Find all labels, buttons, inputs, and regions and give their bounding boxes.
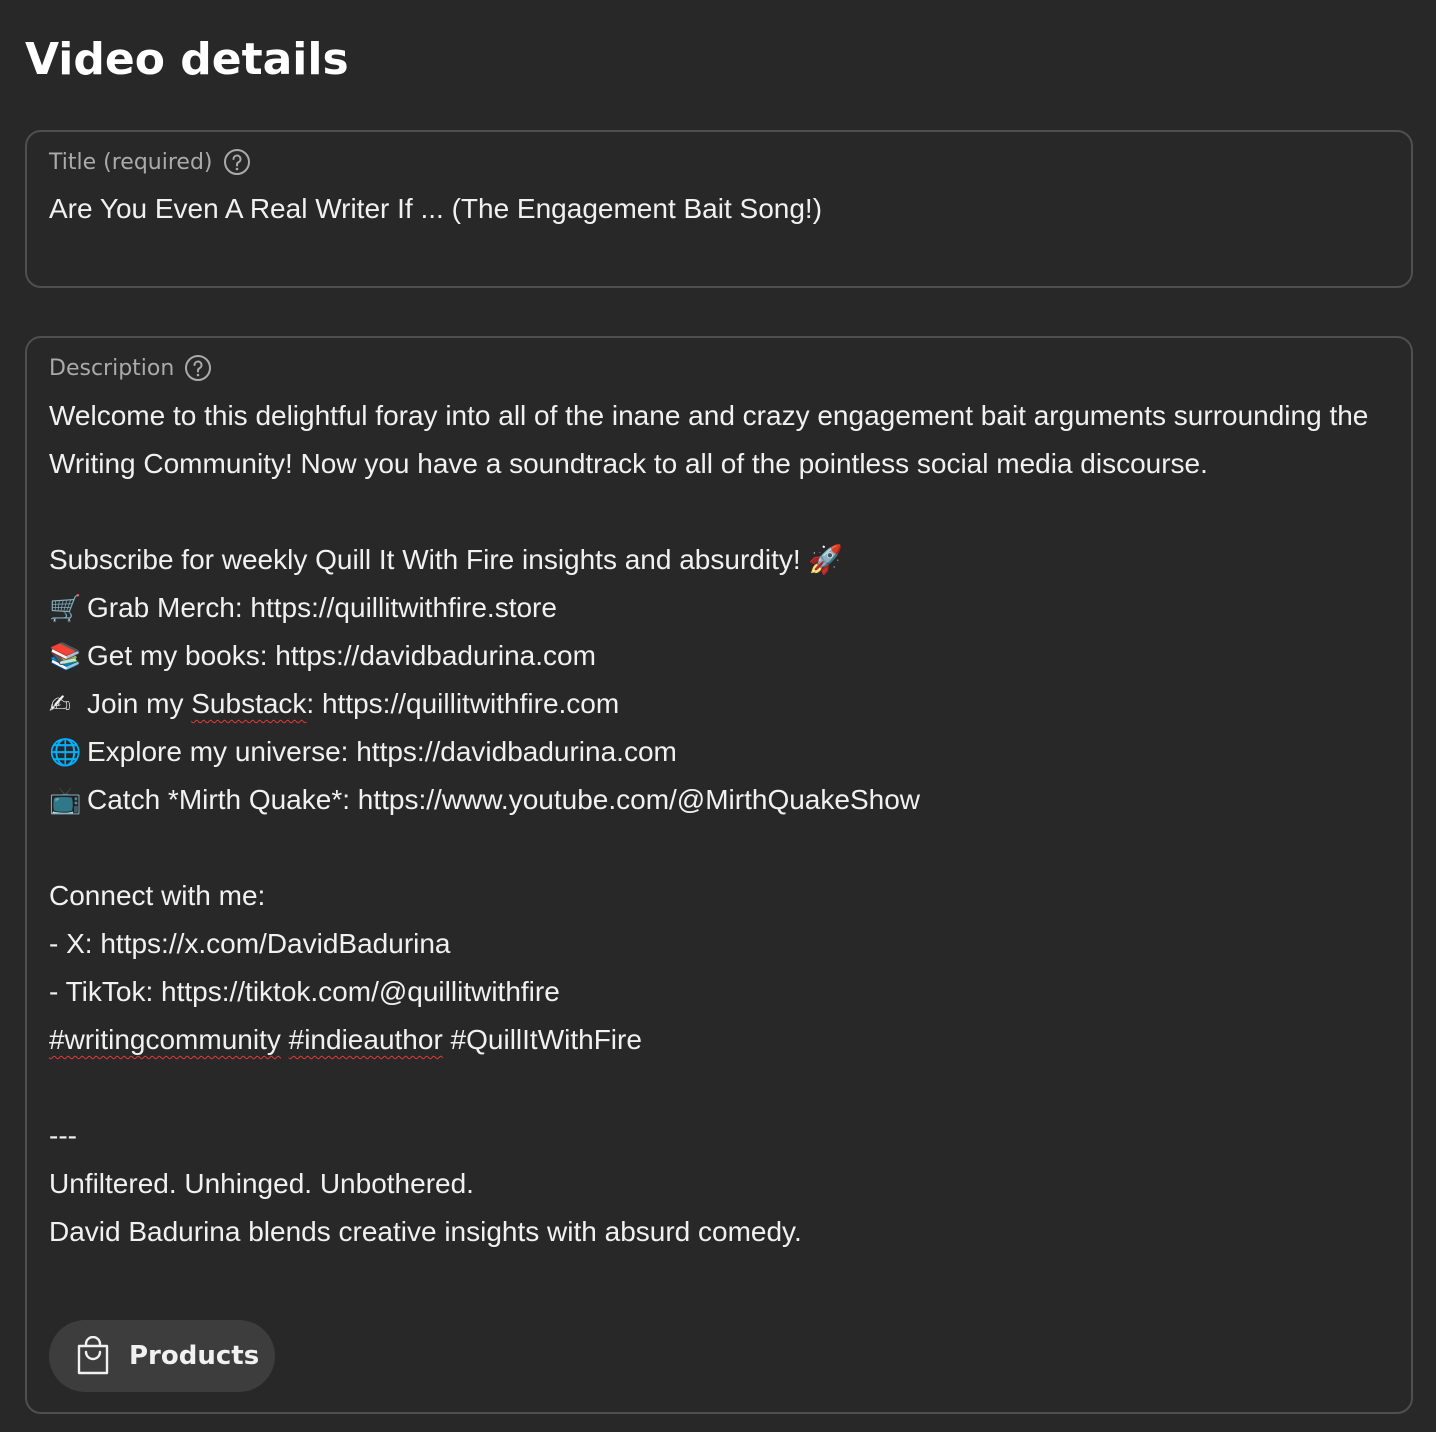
merch-line: 🛒 Grab Merch: https://quillitwithfire.sto… bbox=[49, 584, 1389, 632]
globe-icon: 🌐 bbox=[49, 737, 82, 767]
mirth-quake-line: 📺 Catch *Mirth Quake*: https://www.youtub… bbox=[49, 776, 1389, 824]
hashtags-line: #writingcommunity #indieauthor #QuillItW… bbox=[49, 1016, 1389, 1064]
television-icon: 📺 bbox=[49, 785, 82, 815]
mirth-quake-text: Catch *Mirth Quake*: https://www.youtube… bbox=[87, 784, 920, 815]
hashtag-indieauthor[interactable]: #indieauthor bbox=[289, 1024, 443, 1055]
connect-tiktok: - TikTok: https://tiktok.com/@quillitwit… bbox=[49, 976, 560, 1007]
subscribe-line: Subscribe for weekly Quill It With Fire … bbox=[49, 536, 1389, 584]
description-label: Description bbox=[49, 350, 212, 386]
books-line: 📚 Get my books: https://davidbadurina.com bbox=[49, 632, 1389, 680]
connect-x: - X: https://x.com/DavidBadurina bbox=[49, 928, 451, 959]
bio-line: David Badurina blends creative insights … bbox=[49, 1216, 802, 1247]
title-label-text: Title (required) bbox=[49, 149, 213, 175]
shopping-cart-icon: 🛒 bbox=[49, 593, 82, 623]
products-label: Products bbox=[129, 1341, 260, 1371]
help-circle-icon[interactable] bbox=[223, 148, 251, 176]
substack-line: ✍ Join my Substack: https://quillitwithfi… bbox=[49, 680, 1389, 728]
merch-text: Grab Merch: https://quillitwithfire.stor… bbox=[87, 592, 557, 623]
hashtag-writingcommunity[interactable]: #writingcommunity bbox=[49, 1024, 281, 1055]
title-field[interactable]: Title (required) Are You Even A Real Wri… bbox=[25, 130, 1413, 288]
description-field[interactable]: Description Welcome to this delightful f… bbox=[25, 336, 1413, 1414]
books-icon: 📚 bbox=[49, 641, 82, 671]
substack-pre: Join my bbox=[87, 688, 192, 719]
hashtag-quillitwithfire: #QuillItWithFire bbox=[450, 1024, 642, 1055]
page-title: Video details bbox=[25, 34, 349, 85]
books-text: Get my books: https://davidbadurina.com bbox=[87, 640, 596, 671]
help-circle-icon[interactable] bbox=[184, 354, 212, 382]
description-input[interactable]: Welcome to this delightful foray into al… bbox=[49, 392, 1389, 1256]
substack-post: : https://quillitwithfire.com bbox=[306, 688, 620, 719]
writing-hand-icon: ✍ bbox=[49, 689, 71, 719]
universe-line: 🌐 Explore my universe: https://davidbadur… bbox=[49, 728, 1389, 776]
spellcheck-flagged-word[interactable]: Substack bbox=[191, 688, 306, 719]
separator-line: --- bbox=[49, 1120, 77, 1151]
universe-text: Explore my universe: https://davidbaduri… bbox=[87, 736, 677, 767]
description-label-text: Description bbox=[49, 355, 175, 381]
tagline: Unfiltered. Unhinged. Unbothered. bbox=[49, 1168, 474, 1199]
subscribe-text: Subscribe for weekly Quill It With Fire … bbox=[49, 544, 801, 575]
shopping-bag-icon bbox=[77, 1336, 109, 1375]
title-label: Title (required) bbox=[49, 144, 251, 180]
rocket-icon: 🚀 bbox=[808, 544, 844, 575]
title-input[interactable]: Are You Even A Real Writer If ... (The E… bbox=[49, 187, 822, 231]
description-intro: Welcome to this delightful foray into al… bbox=[49, 400, 1369, 479]
products-button[interactable]: Products bbox=[49, 1320, 275, 1392]
connect-heading: Connect with me: bbox=[49, 880, 266, 911]
